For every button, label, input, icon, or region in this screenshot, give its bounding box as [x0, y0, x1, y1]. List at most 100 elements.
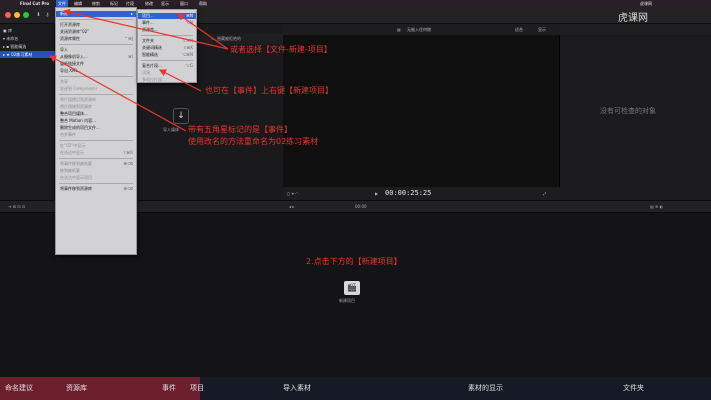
file-menu: 新建 ▸ 打开资源库 关闭资源库“02” 资源库属性 ^⌘J 导入 从摄像机导入.…: [55, 7, 137, 255]
menu-shortcut: ⇧⌘K: [183, 45, 193, 50]
menu-item-consolidate-motion[interactable]: 整合 Motion 内容...: [60, 118, 96, 124]
menu-window[interactable]: 窗口: [180, 0, 188, 7]
submenu-item-library[interactable]: 资源库...: [142, 27, 158, 33]
menu-item-export-xml[interactable]: 导出 XML...: [60, 68, 82, 74]
annotation-click-new-project: 2.点击下方的【新建项目】: [306, 257, 402, 266]
menu-separator: [141, 35, 193, 36]
menu-separator: [59, 183, 133, 184]
filter-dropdown[interactable]: 隐藏被拒绝的: [217, 34, 241, 44]
zoom-window-button[interactable]: [23, 12, 29, 18]
macos-menubar: Final Cut Pro 文件 编辑 修剪 标记 片段 修改 显示 窗口 帮助…: [0, 0, 711, 7]
caption-item-display: 素材的显示: [468, 384, 503, 392]
transform-icon[interactable]: ◻ ⌖ ◠: [287, 187, 299, 200]
view-dropdown[interactable]: 显示: [538, 24, 546, 35]
menu-item-copy-to-library[interactable]: 将片段拷贝到资源库: [60, 97, 96, 103]
menu-separator: [59, 76, 133, 77]
menu-separator: [59, 140, 133, 141]
import-icon[interactable]: ⬇: [34, 12, 43, 18]
viewer-title: 无被入住何物: [407, 27, 431, 32]
submenu-item-label: 项目...: [142, 13, 154, 18]
submenu-item-compound[interactable]: 复合片段...: [142, 63, 162, 69]
menu-shortcut: ⌘N: [186, 13, 193, 18]
menu-item-move-to-library[interactable]: 将片段移到资源库: [60, 104, 92, 110]
menu-item-delete-generated[interactable]: 删除生成的项目文件...: [60, 125, 100, 131]
minimize-window-button[interactable]: [14, 12, 20, 18]
menu-item-relink[interactable]: 重新链接文件: [60, 61, 84, 67]
menu-item-move-event-library[interactable]: 将事件移到资源库: [60, 186, 92, 192]
viewer-header: ▦ 无被入住何物 适合 显示: [283, 24, 560, 35]
menu-separator: [59, 94, 133, 95]
menu-separator: [141, 60, 193, 61]
connect-clip-icon[interactable]: ⇥ ⊞ ⊟ ⊡: [8, 201, 25, 213]
caption-item-folder: 文件夹: [623, 384, 644, 392]
menu-item-merge-events[interactable]: 合并事件: [60, 132, 76, 138]
menu-item-consolidate[interactable]: 整合项目媒体...: [60, 111, 88, 117]
event-item-label: 02练习素材: [11, 52, 33, 57]
menu-item-import-camera[interactable]: 从摄像机导入...: [60, 54, 88, 60]
menu-help[interactable]: 帮助: [199, 0, 207, 7]
import-media-label: 导入媒体: [163, 127, 179, 132]
menu-separator: [59, 44, 133, 45]
search-icon[interactable]: ⌕: [211, 34, 213, 44]
menu-item-import[interactable]: 导入: [60, 47, 68, 53]
menu-clip[interactable]: 片段: [126, 0, 134, 7]
submenu-arrow-icon: ▸: [130, 11, 133, 16]
menu-item-open-library[interactable]: 打开资源库: [60, 22, 80, 28]
menu-shortcut: ⌥⌘N: [181, 52, 193, 57]
event-item-02[interactable]: ▸ ★ 02练习素材: [0, 51, 55, 58]
menu-file[interactable]: 文件: [56, 0, 68, 7]
inspector-pane: 没有可检查的对象: [560, 24, 711, 200]
menu-shortcut: ⌥N: [185, 20, 193, 25]
new-submenu: 项目... ⌘N 事件... ⌥N 资源库... 文件夹 ⇧⌘N 关键词精选 ⇧⌘…: [137, 9, 197, 83]
caption-item-library: 资源库: [66, 384, 87, 392]
play-button[interactable]: ▶: [375, 187, 378, 200]
fullscreen-icon[interactable]: ⤢: [543, 187, 546, 200]
menu-mark[interactable]: 标记: [110, 0, 118, 7]
library-item-smart-collections[interactable]: ▸ ▪ 智能精选: [3, 43, 26, 50]
watermark-logo: 虎课网: [618, 13, 648, 24]
menu-item-send-compressor[interactable]: 发送到 Compressor: [60, 86, 97, 92]
submenu-item-smart[interactable]: 智能精选: [142, 52, 158, 58]
menu-item-share[interactable]: 共享: [60, 79, 68, 85]
annotation-right-click: 也可在【事件】上右键【新建项目】: [205, 86, 333, 95]
menu-modify[interactable]: 修改: [145, 0, 153, 7]
viewer-icon: ▦: [397, 27, 401, 32]
submenu-item-keyword[interactable]: 关键词精选: [142, 45, 162, 51]
submenu-item-folder[interactable]: 文件夹: [142, 38, 154, 44]
app-menu[interactable]: Final Cut Pro: [20, 0, 49, 7]
menu-trim[interactable]: 修剪: [92, 0, 100, 7]
submenu-item-project[interactable]: 项目... ⌘N: [138, 13, 196, 19]
new-project-button[interactable]: 🎬: [344, 281, 360, 295]
menu-edit[interactable]: 编辑: [74, 0, 82, 7]
import-media-button[interactable]: ↓: [173, 108, 189, 124]
keyword-icon[interactable]: ⚷: [43, 12, 52, 18]
menu-item-close-library[interactable]: 关闭资源库“02”: [60, 29, 89, 35]
menu-item-reveal-in[interactable]: 在“02”中显示: [60, 143, 85, 149]
navigate-icon[interactable]: ◂ ▸: [289, 201, 294, 213]
zoom-dropdown[interactable]: 适合: [515, 24, 523, 35]
library-header[interactable]: ▣ 库: [3, 27, 12, 34]
submenu-item-event[interactable]: 事件...: [142, 20, 154, 26]
menu-item-new[interactable]: 新建 ▸: [56, 11, 136, 17]
submenu-item-audition[interactable]: 试演: [142, 70, 150, 76]
close-window-button[interactable]: [5, 12, 11, 18]
menu-separator: [59, 19, 133, 20]
menu-separator: [59, 158, 133, 159]
clapper-icon: 🎬: [347, 283, 357, 292]
menubar-right-text: 虎课网: [640, 1, 652, 6]
menu-shortcut: ⌘⌫: [123, 161, 133, 166]
submenu-item-multicam[interactable]: 多机位片段...: [142, 77, 166, 83]
menu-view[interactable]: 显示: [161, 0, 169, 7]
library-item-unnamed[interactable]: ▾ 未命名: [3, 35, 18, 42]
menu-item-move-event-trash[interactable]: 将事件移到废纸篓: [60, 161, 92, 167]
menu-item-move-trash[interactable]: 移到废纸篓: [60, 168, 80, 174]
viewer-timecode: 00:00:25:25: [385, 189, 432, 197]
menu-item-reveal-project[interactable]: 在访达中显示项目: [60, 175, 92, 181]
library-item-label: 未命名: [6, 36, 19, 41]
caption-item-project: 项目: [190, 384, 204, 392]
menu-shortcut: ⌥G: [185, 63, 193, 68]
menu-item-reveal-finder[interactable]: 在访达中显示: [60, 150, 84, 156]
viewer-footer: ◻ ⌖ ◠ ▶ 00:00:25:25 ⤢: [283, 187, 560, 200]
menu-item-library-properties[interactable]: 资源库属性: [60, 36, 80, 42]
timeline-view-icons[interactable]: ▤ ≋ ◐: [650, 201, 663, 213]
